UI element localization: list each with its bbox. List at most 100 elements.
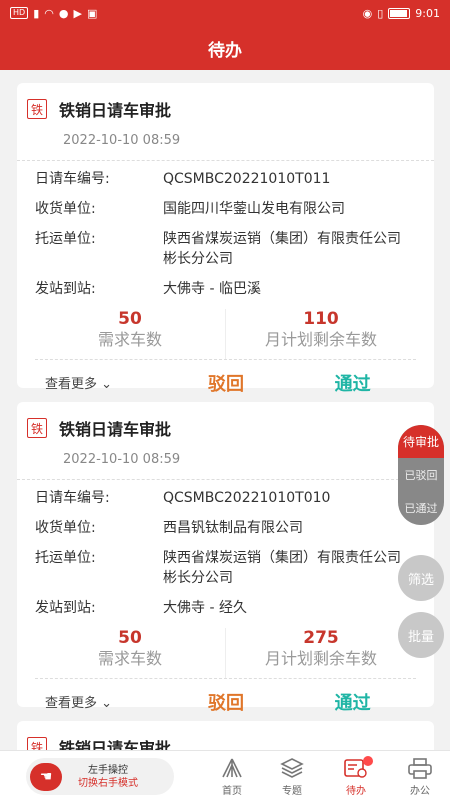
approve-button[interactable]: 通过 xyxy=(289,370,416,396)
bottom-nav: ☚ 左手操控 切换右手模式 首页 专题 待办 办公 xyxy=(0,750,450,800)
field-label: 托运单位: xyxy=(35,231,96,247)
reject-button[interactable]: 驳回 xyxy=(163,689,290,715)
card-title: 铁销日请车审批 xyxy=(59,739,172,750)
approval-card[interactable]: 铁 铁销日请车审批 2022-10-10 08:59 日请车编号: QCSMBC… xyxy=(17,402,434,714)
field-value: QCSMBC20221010T010 xyxy=(163,490,331,506)
card-actions: 查看更多 ⌄ 驳回 通过 xyxy=(35,359,416,405)
card-date: 2022-10-10 08:59 xyxy=(63,452,181,467)
approval-card[interactable]: 铁 铁销日请车审批 2022-10-10 08:59 日请车编号: QCSMBC… xyxy=(17,83,434,395)
layers-icon xyxy=(278,756,306,780)
chevron-down-icon: ⌄ xyxy=(101,696,113,711)
field-label: 发站到站: xyxy=(35,600,96,616)
field-consignee: 收货单位: 西昌钒钛制品有限公司 xyxy=(35,518,434,538)
nav-label: 办公 xyxy=(410,786,430,797)
field-value: 陕西省煤炭运销（集团）有限责任公司彬长分公司 xyxy=(163,550,401,586)
field-value: 陕西省煤炭运销（集团）有限责任公司彬长分公司 xyxy=(163,231,401,267)
hand-mode-title: 左手操控 xyxy=(88,764,128,776)
remain-stat: 110 月计划剩余车数 xyxy=(225,309,416,359)
field-value: 大佛寺 - 临巴溪 xyxy=(163,281,261,297)
printer-icon xyxy=(406,756,434,780)
demand-count: 50 xyxy=(118,309,142,329)
field-value: 国能四川华蓥山发电有限公司 xyxy=(163,201,345,217)
card-title: 铁销日请车审批 xyxy=(59,420,172,439)
field-request-no: 日请车编号: QCSMBC20221010T010 xyxy=(35,488,434,508)
field-route: 发站到站: 大佛寺 - 临巴溪 xyxy=(35,279,434,299)
top-bar: HD ▮ ◠ ● ▶ ▣ ◉ ▯ 9:01 待办 xyxy=(0,0,450,70)
rail-badge: 铁 xyxy=(27,737,47,750)
nav-label: 首页 xyxy=(222,786,242,797)
demand-label: 需求车数 xyxy=(97,649,162,668)
field-label: 收货单位: xyxy=(35,520,96,536)
rail-badge: 铁 xyxy=(27,99,47,119)
hand-icon: ☚ xyxy=(30,762,62,791)
card-date: 2022-10-10 08:59 xyxy=(63,133,181,148)
field-value: 西昌钒钛制品有限公司 xyxy=(163,520,303,536)
remain-count: 110 xyxy=(303,309,339,329)
demand-stat: 50 需求车数 xyxy=(35,309,225,359)
hd-indicator: HD xyxy=(10,7,29,19)
rail-badge: 铁 xyxy=(27,418,47,438)
status-bar: HD ▮ ◠ ● ▶ ▣ ◉ ▯ 9:01 xyxy=(0,0,450,26)
home-icon xyxy=(218,756,246,780)
hand-mode-toggle[interactable]: ☚ 左手操控 切换右手模式 xyxy=(26,758,174,795)
field-value: 大佛寺 - 经久 xyxy=(163,600,247,616)
todo-list[interactable]: 铁 铁销日请车审批 2022-10-10 08:59 日请车编号: QCSMBC… xyxy=(0,70,450,750)
nav-office[interactable]: 办公 xyxy=(395,756,445,797)
nav-label: 待办 xyxy=(346,786,366,797)
card-stats: 50 需求车数 110 月计划剩余车数 xyxy=(35,309,416,359)
card-fields: 日请车编号: QCSMBC20221010T010 收货单位: 西昌钒钛制品有限… xyxy=(17,480,434,618)
demand-count: 50 xyxy=(118,628,142,648)
nav-label: 专题 xyxy=(282,786,302,797)
field-value: QCSMBC20221010T011 xyxy=(163,171,331,187)
field-label: 日请车编号: xyxy=(35,490,110,506)
battery-icon xyxy=(388,7,411,19)
nav-topics[interactable]: 专题 xyxy=(267,756,317,797)
eye-icon: ◉ xyxy=(362,6,373,20)
filter-button[interactable]: 筛选 xyxy=(398,555,444,601)
status-filter-tabs: 待审批 已驳回 已通过 xyxy=(398,425,444,525)
view-more-label: 查看更多 xyxy=(45,696,98,711)
chevron-down-icon: ⌄ xyxy=(101,377,113,392)
remain-stat: 275 月计划剩余车数 xyxy=(225,628,416,678)
badge-dot xyxy=(363,756,373,766)
clock-time: 9:01 xyxy=(415,6,440,20)
batch-button[interactable]: 批量 xyxy=(398,612,444,658)
card-fields: 日请车编号: QCSMBC20221010T011 收货单位: 国能四川华蓥山发… xyxy=(17,161,434,299)
field-label: 托运单位: xyxy=(35,550,96,566)
view-more-link[interactable]: 查看更多 ⌄ xyxy=(35,373,163,392)
card-actions: 查看更多 ⌄ 驳回 通过 xyxy=(35,678,416,724)
card-title: 铁销日请车审批 xyxy=(59,101,172,120)
message-icon: ● xyxy=(58,6,69,20)
field-shipper: 托运单位: 陕西省煤炭运销（集团）有限责任公司彬长分公司 xyxy=(35,229,434,269)
page-title: 待办 xyxy=(208,40,242,61)
notification-icon: ▶ xyxy=(73,6,82,20)
tab-rejected[interactable]: 已驳回 xyxy=(398,458,444,491)
card-stats: 50 需求车数 275 月计划剩余车数 xyxy=(35,628,416,678)
signal-icon: ▮ xyxy=(33,6,40,20)
field-label: 日请车编号: xyxy=(35,171,110,187)
wifi-icon: ◠ xyxy=(44,6,54,20)
view-more-label: 查看更多 xyxy=(45,377,98,392)
nav-todo[interactable]: 待办 xyxy=(331,756,381,797)
demand-stat: 50 需求车数 xyxy=(35,628,225,678)
field-route: 发站到站: 大佛寺 - 经久 xyxy=(35,598,434,618)
approval-card[interactable]: 铁 铁销日请车审批 xyxy=(17,721,434,750)
demand-label: 需求车数 xyxy=(97,330,162,349)
field-label: 发站到站: xyxy=(35,281,96,297)
view-more-link[interactable]: 查看更多 ⌄ xyxy=(35,692,163,711)
field-consignee: 收货单位: 国能四川华蓥山发电有限公司 xyxy=(35,199,434,219)
reject-button[interactable]: 驳回 xyxy=(163,370,290,396)
nav-home[interactable]: 首页 xyxy=(207,756,257,797)
field-request-no: 日请车编号: QCSMBC20221010T011 xyxy=(35,169,434,189)
field-shipper: 托运单位: 陕西省煤炭运销（集团）有限责任公司彬长分公司 xyxy=(35,548,434,588)
vibrate-icon: ▯ xyxy=(377,6,384,20)
field-label: 收货单位: xyxy=(35,201,96,217)
gallery-icon: ▣ xyxy=(86,6,98,20)
approve-button[interactable]: 通过 xyxy=(289,689,416,715)
card-header: 铁 铁销日请车审批 2022-10-10 08:59 xyxy=(17,83,434,161)
remain-count: 275 xyxy=(303,628,339,648)
remain-label: 月计划剩余车数 xyxy=(264,330,377,349)
card-header: 铁 铁销日请车审批 2022-10-10 08:59 xyxy=(17,402,434,480)
remain-label: 月计划剩余车数 xyxy=(264,649,377,668)
hand-mode-subtitle: 切换右手模式 xyxy=(78,777,138,789)
